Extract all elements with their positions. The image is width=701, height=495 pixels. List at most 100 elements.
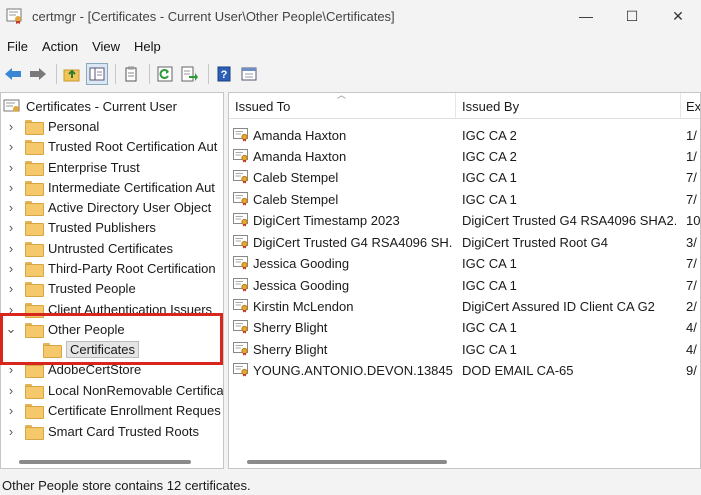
- table-row[interactable]: Caleb Stempel IGC CA 1 7/: [229, 189, 700, 210]
- column-issued-to[interactable]: Issued To: [235, 99, 290, 114]
- table-row[interactable]: YOUNG.ANTONIO.DEVON.13845... DOD EMAIL CA…: [229, 360, 700, 381]
- tree-item-trusted-root[interactable]: › Trusted Root Certification Aut: [5, 136, 217, 156]
- table-row[interactable]: Caleb Stempel IGC CA 1 7/: [229, 167, 700, 188]
- tree-item-label: Active Directory User Object: [48, 199, 212, 215]
- column-separator[interactable]: [455, 93, 456, 119]
- cell-issued-by: IGC CA 1: [462, 256, 517, 271]
- menu-bar: File Action View Help: [0, 34, 168, 58]
- copy-icon[interactable]: [120, 63, 142, 85]
- chevron-right-icon[interactable]: ›: [5, 200, 17, 215]
- tree-pane[interactable]: Certificates - Current User › Personal › T…: [0, 92, 224, 469]
- chevron-right-icon[interactable]: ›: [5, 180, 17, 195]
- tree-item-third-party-root[interactable]: › Third-Party Root Certification: [5, 258, 216, 278]
- menu-view[interactable]: View: [85, 39, 127, 54]
- folder-icon: [25, 220, 44, 236]
- chevron-right-icon[interactable]: ›: [5, 261, 17, 276]
- folder-icon: [25, 383, 44, 399]
- tree-item-label: Third-Party Root Certification: [48, 260, 216, 276]
- show-hide-tree-icon[interactable]: [86, 63, 108, 85]
- table-row[interactable]: Kirstin McLendon DigiCert Assured ID Clie…: [229, 296, 700, 317]
- table-row[interactable]: Jessica Gooding IGC CA 1 7/: [229, 275, 700, 296]
- column-expiration[interactable]: Ex: [686, 99, 700, 114]
- refresh-icon[interactable]: [154, 63, 176, 85]
- table-row[interactable]: Amanda Haxton IGC CA 2 1/: [229, 146, 700, 167]
- tree-item-trusted-publishers[interactable]: › Trusted Publishers: [5, 217, 156, 237]
- maximize-button[interactable]: ☐: [609, 0, 655, 32]
- tree-item-smart-card-roots[interactable]: › Smart Card Trusted Roots: [5, 421, 199, 441]
- chevron-right-icon[interactable]: ›: [5, 403, 17, 418]
- table-row[interactable]: Sherry Blight IGC CA 1 4/: [229, 317, 700, 338]
- close-button[interactable]: ✕: [655, 0, 701, 32]
- toolbar: ?: [0, 60, 701, 88]
- cell-issued-to: DigiCert Timestamp 2023: [253, 213, 400, 228]
- chevron-right-icon[interactable]: ›: [5, 139, 17, 154]
- menu-file[interactable]: File: [0, 39, 35, 54]
- cell-issued-to: Caleb Stempel: [253, 170, 339, 185]
- forward-arrow-icon[interactable]: [27, 63, 49, 85]
- tree-item-label: Smart Card Trusted Roots: [48, 423, 199, 439]
- cell-issued-by: IGC CA 1: [462, 192, 517, 207]
- properties-icon[interactable]: [238, 63, 260, 85]
- chevron-right-icon[interactable]: ›: [5, 119, 17, 134]
- cell-expiration: 7/: [686, 256, 697, 271]
- tree-item-personal[interactable]: › Personal: [5, 116, 99, 136]
- minimize-button[interactable]: —: [563, 0, 609, 32]
- cell-expiration: 1/: [686, 128, 697, 143]
- certmgr-app-icon: [6, 7, 24, 25]
- column-issued-by[interactable]: Issued By: [462, 99, 519, 114]
- certificate-list-pane[interactable]: Issued To ︿ Issued By Ex Amanda Haxton IG…: [228, 92, 701, 469]
- tree-horizontal-scrollbar[interactable]: [19, 460, 191, 464]
- cell-issued-by: DigiCert Assured ID Client CA G2: [462, 299, 655, 314]
- table-row[interactable]: Jessica Gooding IGC CA 1 7/: [229, 253, 700, 274]
- table-row[interactable]: DigiCert Timestamp 2023 DigiCert Trusted …: [229, 210, 701, 231]
- export-list-icon[interactable]: [179, 63, 201, 85]
- column-separator[interactable]: [680, 93, 681, 119]
- certificate-icon: [233, 149, 249, 163]
- tree-item-label: Enterprise Trust: [48, 159, 140, 175]
- menu-help[interactable]: Help: [127, 39, 168, 54]
- tree-item-enrollment-requests[interactable]: › Certificate Enrollment Reques: [5, 400, 221, 420]
- tree-item-untrusted[interactable]: › Untrusted Certificates: [5, 238, 173, 258]
- table-row[interactable]: Sherry Blight IGC CA 1 4/: [229, 339, 700, 360]
- cell-expiration: 10: [686, 213, 701, 228]
- certificate-icon: [233, 256, 249, 270]
- cell-issued-by: IGC CA 1: [462, 278, 517, 293]
- folder-icon: [25, 281, 44, 297]
- tree-root[interactable]: Certificates - Current User: [3, 96, 177, 116]
- up-folder-icon[interactable]: [61, 63, 83, 85]
- tree-item-trusted-people[interactable]: › Trusted People: [5, 278, 136, 298]
- cell-issued-to: Amanda Haxton: [253, 149, 347, 164]
- menu-action[interactable]: Action: [35, 39, 85, 54]
- chevron-right-icon[interactable]: ›: [5, 220, 17, 235]
- certificate-icon: [233, 342, 249, 356]
- chevron-right-icon[interactable]: ›: [5, 383, 17, 398]
- back-arrow-icon[interactable]: [2, 63, 24, 85]
- sort-arrow-icon: ︿: [337, 92, 347, 100]
- tree-item-label: Local NonRemovable Certifica: [48, 382, 224, 398]
- chevron-right-icon[interactable]: ›: [5, 160, 17, 175]
- chevron-right-icon[interactable]: ›: [5, 241, 17, 256]
- folder-icon: [25, 139, 44, 155]
- tree-item-enterprise-trust[interactable]: › Enterprise Trust: [5, 157, 140, 177]
- folder-icon: [25, 200, 44, 216]
- cell-expiration: 2/: [686, 299, 697, 314]
- table-row[interactable]: DigiCert Trusted G4 RSA4096 SH... DigiCer…: [229, 232, 700, 253]
- tree-item-local-nonremovable[interactable]: › Local NonRemovable Certifica: [5, 380, 224, 400]
- svg-text:?: ?: [221, 69, 228, 81]
- tree-item-label: Certificate Enrollment Reques: [48, 402, 221, 418]
- cell-issued-to: Caleb Stempel: [253, 192, 339, 207]
- chevron-right-icon[interactable]: ›: [5, 281, 17, 296]
- list-horizontal-scrollbar[interactable]: [247, 460, 447, 464]
- window-title: certmgr - [Certificates - Current User\O…: [32, 8, 395, 24]
- highlight-annotation: [0, 313, 223, 365]
- chevron-right-icon[interactable]: ›: [5, 424, 17, 439]
- certificate-icon: [233, 299, 249, 313]
- tree-item-active-directory[interactable]: › Active Directory User Object: [5, 197, 211, 217]
- tree-item-intermediate[interactable]: › Intermediate Certification Aut: [5, 177, 215, 197]
- list-header: Issued To ︿ Issued By Ex: [229, 92, 700, 119]
- certificate-icon: [233, 170, 249, 184]
- certificate-store-icon: [3, 98, 21, 114]
- tree-item-label: Intermediate Certification Aut: [48, 179, 215, 195]
- table-row[interactable]: Amanda Haxton IGC CA 2 1/: [229, 125, 700, 146]
- help-icon[interactable]: ?: [213, 63, 235, 85]
